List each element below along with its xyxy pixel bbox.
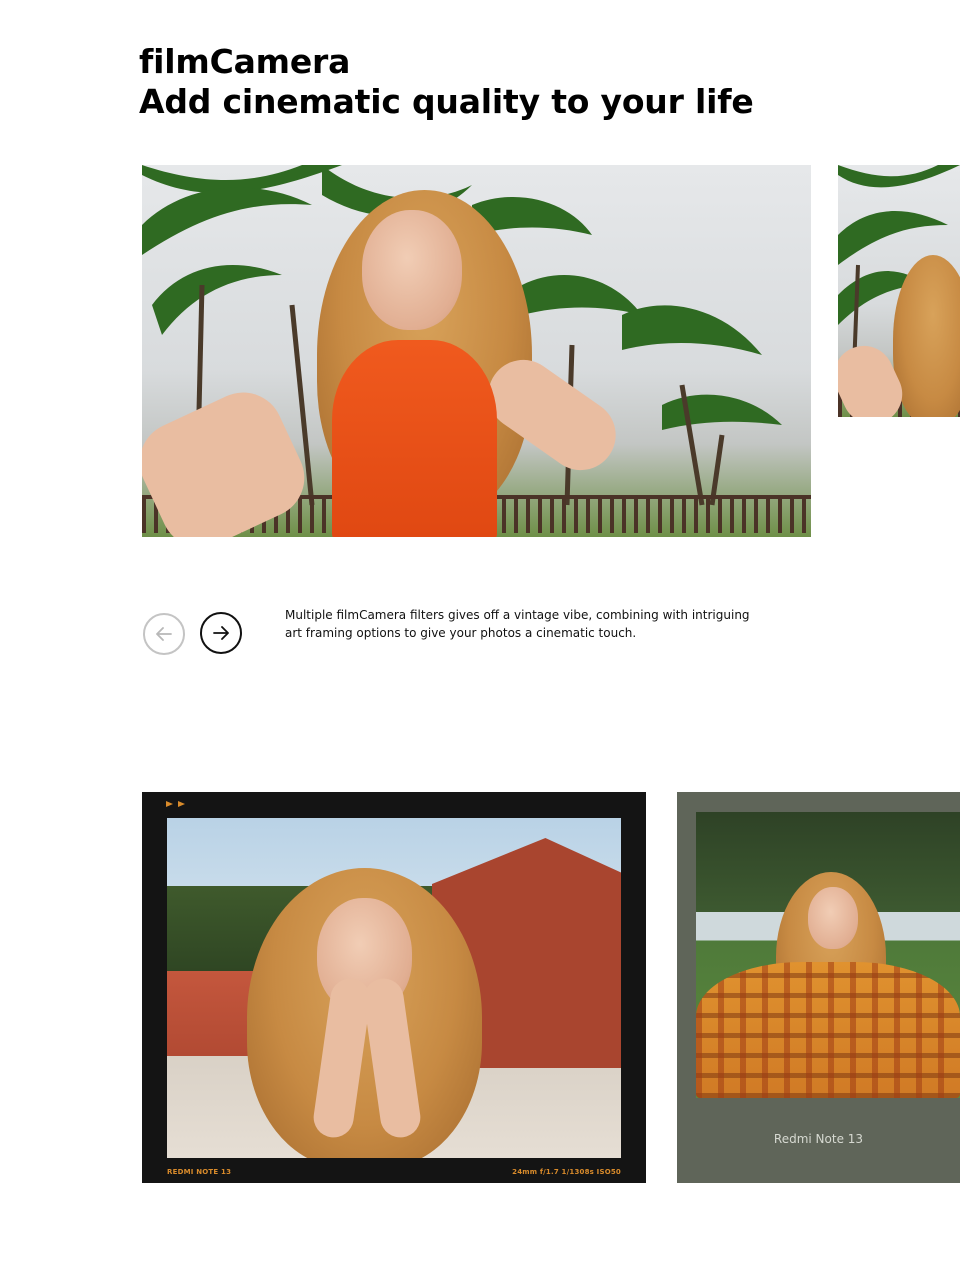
arrow-left-icon xyxy=(156,627,172,641)
next-slide-photo xyxy=(838,165,960,417)
subject-face xyxy=(808,887,858,949)
triangle-mark-icon xyxy=(178,801,185,807)
film-photo-portrait xyxy=(167,818,621,1158)
title-line-2: Add cinematic quality to your life xyxy=(139,82,754,121)
film-photo-poncho xyxy=(696,812,960,1098)
carousel-description: Multiple filmCamera filters gives off a … xyxy=(285,608,750,640)
carousel-next-button[interactable] xyxy=(200,612,242,654)
portrait-photo xyxy=(142,165,811,537)
carousel-prev-button[interactable] xyxy=(143,613,185,655)
camera-model-label: REDMI NOTE 13 xyxy=(167,1168,232,1176)
plaid-poncho xyxy=(696,962,960,1098)
carousel-slide-active xyxy=(142,165,811,537)
subject-orange-top xyxy=(332,340,497,537)
carousel-slide-next[interactable] xyxy=(838,165,960,417)
subject-face xyxy=(362,210,462,330)
film-marks xyxy=(166,801,185,807)
title-line-1: filmCamera xyxy=(139,42,351,81)
camera-model-label: Redmi Note 13 xyxy=(773,1132,864,1146)
page-title: filmCamera Add cinematic quality to your… xyxy=(139,42,754,122)
triangle-mark-icon xyxy=(166,801,173,807)
arrow-right-icon xyxy=(213,626,229,640)
exif-label: 24mm f/1.7 1/1308s ISO50 xyxy=(512,1168,621,1176)
film-frame-dark: REDMI NOTE 13 24mm f/1.7 1/1308s ISO50 xyxy=(142,792,646,1183)
film-frame-green: Redmi Note 13 xyxy=(677,792,960,1183)
